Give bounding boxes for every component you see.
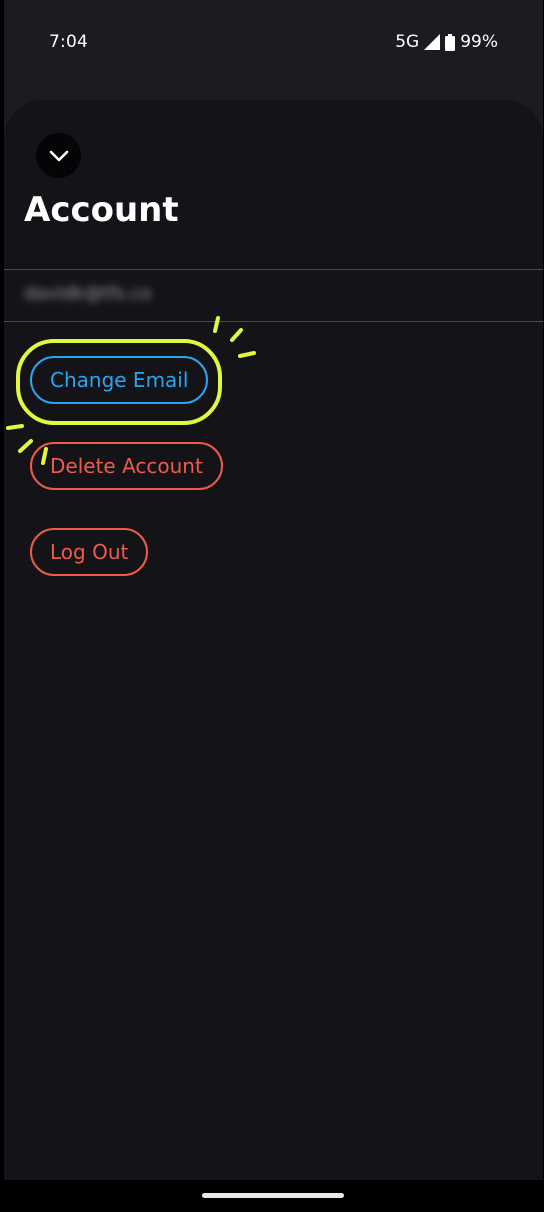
change-email-button[interactable]: Change Email — [30, 356, 209, 404]
home-indicator[interactable] — [202, 1193, 344, 1198]
collapse-button[interactable] — [36, 133, 81, 178]
divider-bottom — [4, 321, 543, 322]
email-row: davidk@tfs.co — [4, 270, 543, 321]
chevron-down-icon — [49, 150, 68, 161]
account-sheet: Account davidk@tfs.co Change Email Delet… — [4, 100, 543, 1180]
account-email: davidk@tfs.co — [24, 283, 152, 304]
battery-level: 99% — [460, 32, 498, 52]
network-type: 5G — [395, 32, 420, 52]
log-out-button[interactable]: Log Out — [30, 528, 149, 576]
status-indicators: 5G 99% — [395, 32, 498, 52]
signal-icon — [424, 34, 441, 50]
status-bar: 7:04 5G 99% — [4, 0, 543, 88]
delete-account-button[interactable]: Delete Account — [30, 442, 223, 490]
status-time: 7:04 — [49, 32, 88, 52]
battery-icon — [445, 33, 456, 51]
page-title: Account — [24, 190, 179, 230]
